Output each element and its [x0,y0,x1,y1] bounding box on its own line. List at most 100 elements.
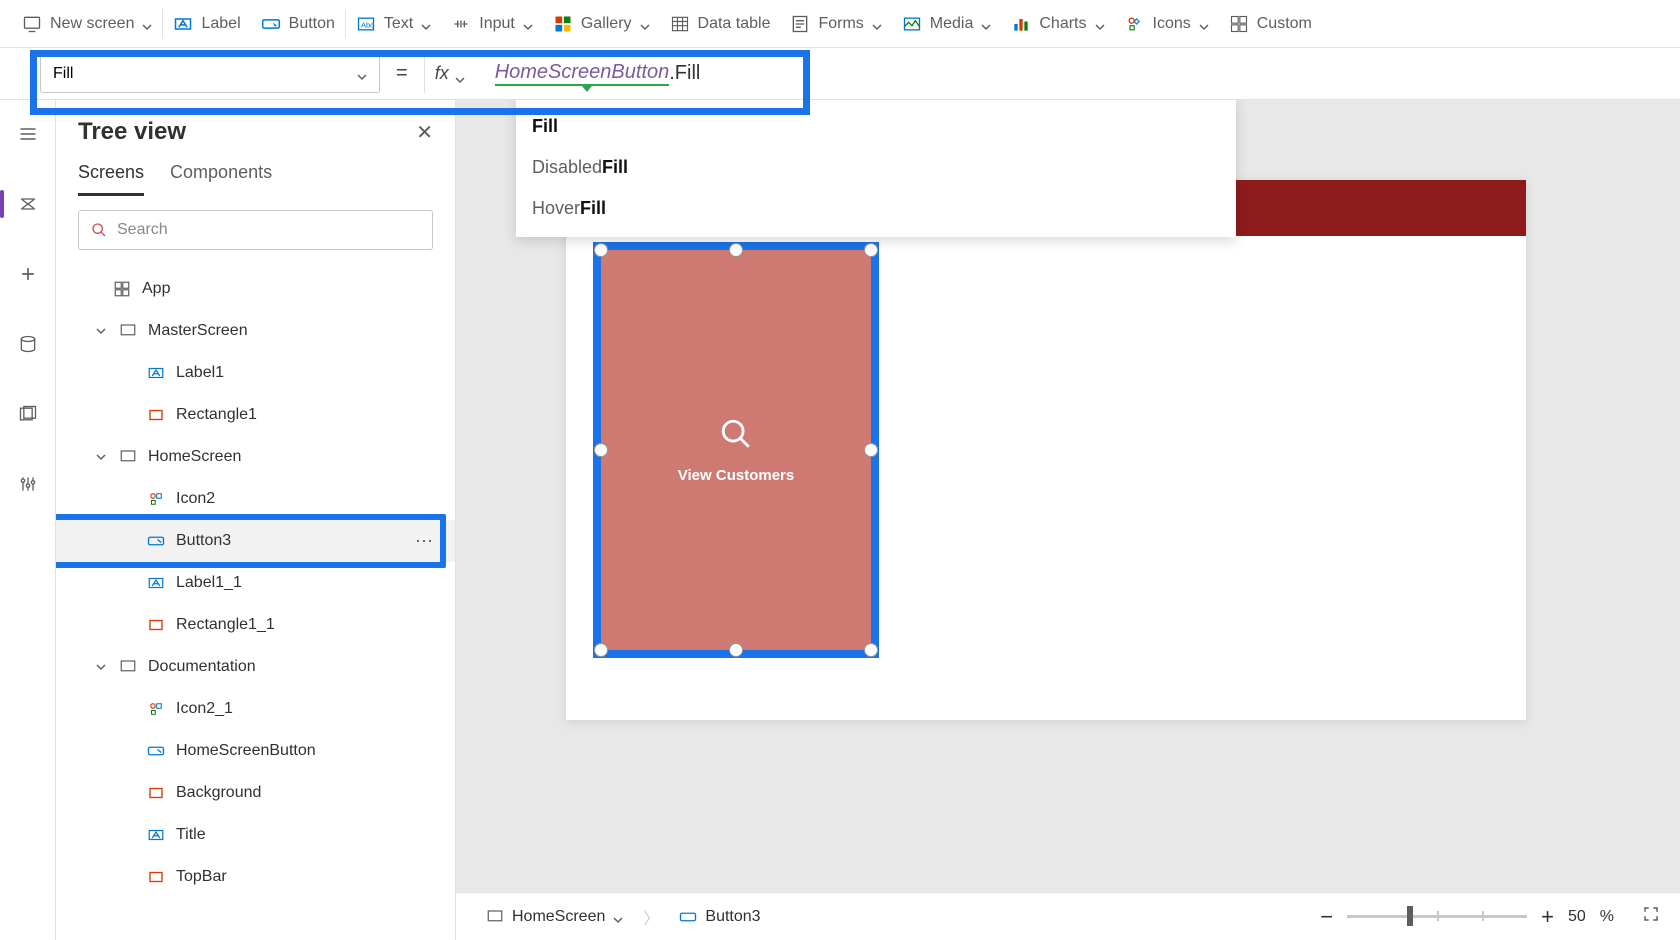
ribbon-gallery[interactable]: Gallery [543,0,660,47]
property-dropdown[interactable]: Fill [40,55,380,93]
ribbon: New screen Label Button Abc Text Input G… [0,0,1680,48]
tab-screens[interactable]: Screens [78,162,144,196]
chevron-down-icon [981,19,991,29]
ribbon-forms[interactable]: Forms [780,0,891,47]
tree-item-label1[interactable]: Label1 [56,352,455,394]
ribbon-new-screen-label: New screen [50,15,134,33]
tree-item-icon2_1[interactable]: Icon2_1 [56,688,455,730]
ribbon-text-label: Text [384,15,413,33]
rail-data[interactable] [0,324,55,364]
zoom-slider[interactable] [1347,915,1527,918]
zoom-out-button[interactable]: − [1320,904,1333,930]
media-icon [902,14,922,34]
tree-item-documentation[interactable]: Documentation [56,646,455,688]
button-label: View Customers [678,467,794,484]
tree-item-homescreen[interactable]: HomeScreen [56,436,455,478]
app-icon [112,279,132,299]
ribbon-button[interactable]: Button [251,0,345,47]
ribbon-custom[interactable]: Custom [1219,0,1322,47]
tree-item-app[interactable]: App [56,268,455,310]
tree-item-label: HomeScreenButton [176,742,316,760]
tree-item-label1_1[interactable]: Label1_1 [56,562,455,604]
tab-components[interactable]: Components [170,162,272,196]
ribbon-data-table[interactable]: Data table [660,0,781,47]
expand-icon[interactable] [94,326,108,336]
ribbon-text[interactable]: Abc Text [346,0,441,47]
zoom-in-button[interactable]: + [1541,904,1554,930]
tree-item-title[interactable]: Title [56,814,455,856]
status-bar: HomeScreen 〉 Button3 − + 50 % [456,892,1680,940]
label-icon [146,825,166,845]
tree-item-homescreenbutton[interactable]: HomeScreenButton [56,730,455,772]
tree-item-topbar[interactable]: TopBar [56,856,455,898]
tree-item-background[interactable]: Background [56,772,455,814]
button-view-customers[interactable]: View Customers [601,250,871,650]
rect-icon [146,867,166,887]
tree-item-label: Title [176,826,206,844]
button-icon [146,531,166,551]
tree-item-rectangle1_1[interactable]: Rectangle1_1 [56,604,455,646]
tree-item-label: Icon2 [176,490,215,508]
ribbon-media[interactable]: Media [892,0,1002,47]
rail-media[interactable] [0,394,55,434]
screen-stage[interactable]: Home Screen View Customers [566,180,1526,720]
ribbon-new-screen[interactable]: New screen [12,0,162,47]
tree-item-label: App [142,280,170,298]
autocomplete-item[interactable]: HoverFill [516,188,1236,229]
ribbon-input[interactable]: Input [441,0,543,47]
tree-item-label: Background [176,784,261,802]
rail-hamburger[interactable] [0,114,55,154]
ribbon-icons[interactable]: Icons [1115,0,1219,47]
tree-item-label: Label1 [176,364,224,382]
ribbon-label[interactable]: Label [163,0,250,47]
gallery-icon [553,14,573,34]
autocomplete-item[interactable]: Fill [516,106,1236,147]
tree-item-rectangle1[interactable]: Rectangle1 [56,394,455,436]
tree-list: App MasterScreen Label1 Rectangle1 HomeScree… [56,264,455,940]
tree-item-label: Rectangle1 [176,406,257,424]
breadcrumb-screen[interactable]: HomeScreen [476,904,633,930]
rect-icon [146,615,166,635]
custom-icon [1229,14,1249,34]
tree-item-icon2[interactable]: Icon2 [56,478,455,520]
equals-sign: = [390,62,414,85]
tree-item-label: HomeScreen [148,448,241,466]
chevron-down-icon [142,19,152,29]
tree-item-button3[interactable]: Button3⋯ [56,520,455,562]
fx-button[interactable]: fx [424,54,475,93]
chevron-down-icon [523,19,533,29]
rail-insert[interactable] [0,254,55,294]
ribbon-charts-label: Charts [1039,15,1086,33]
ribbon-data-table-label: Data table [698,15,771,33]
formula-input[interactable]: HomeScreenButton.Fill [485,55,1640,93]
ribbon-charts[interactable]: Charts [1001,0,1114,47]
tree-item-label: Icon2_1 [176,700,233,718]
zoom-value: 50 [1568,908,1586,926]
tree-item-masterscreen[interactable]: MasterScreen [56,310,455,352]
chevron-down-icon [357,69,367,79]
tree-item-label: TopBar [176,868,227,886]
close-icon[interactable]: ✕ [416,120,433,145]
breadcrumb-control[interactable]: Button3 [669,904,770,930]
autocomplete-item[interactable]: DisabledFill [516,147,1236,188]
tree-panel: Tree view ✕ Screens Components Search Ap… [56,100,456,940]
fx-label: fx [435,63,449,84]
tree-search[interactable]: Search [78,210,433,250]
search-placeholder: Search [117,221,168,239]
more-icon[interactable]: ⋯ [415,531,435,552]
ribbon-forms-label: Forms [818,15,863,33]
search-icon [719,417,753,451]
button-icon [146,741,166,761]
rail-settings[interactable] [0,464,55,504]
expand-icon[interactable] [94,452,108,462]
forms-icon [790,14,810,34]
ribbon-button-text: Button [289,15,335,33]
rail-tree-view[interactable] [0,184,55,224]
expand-icon[interactable] [94,662,108,672]
screen-icon [118,321,138,341]
screen-icon [22,14,42,34]
label-icon [146,363,166,383]
chevron-down-icon [455,69,465,79]
fullscreen-icon[interactable] [1642,905,1660,928]
chevron-down-icon [421,19,431,29]
